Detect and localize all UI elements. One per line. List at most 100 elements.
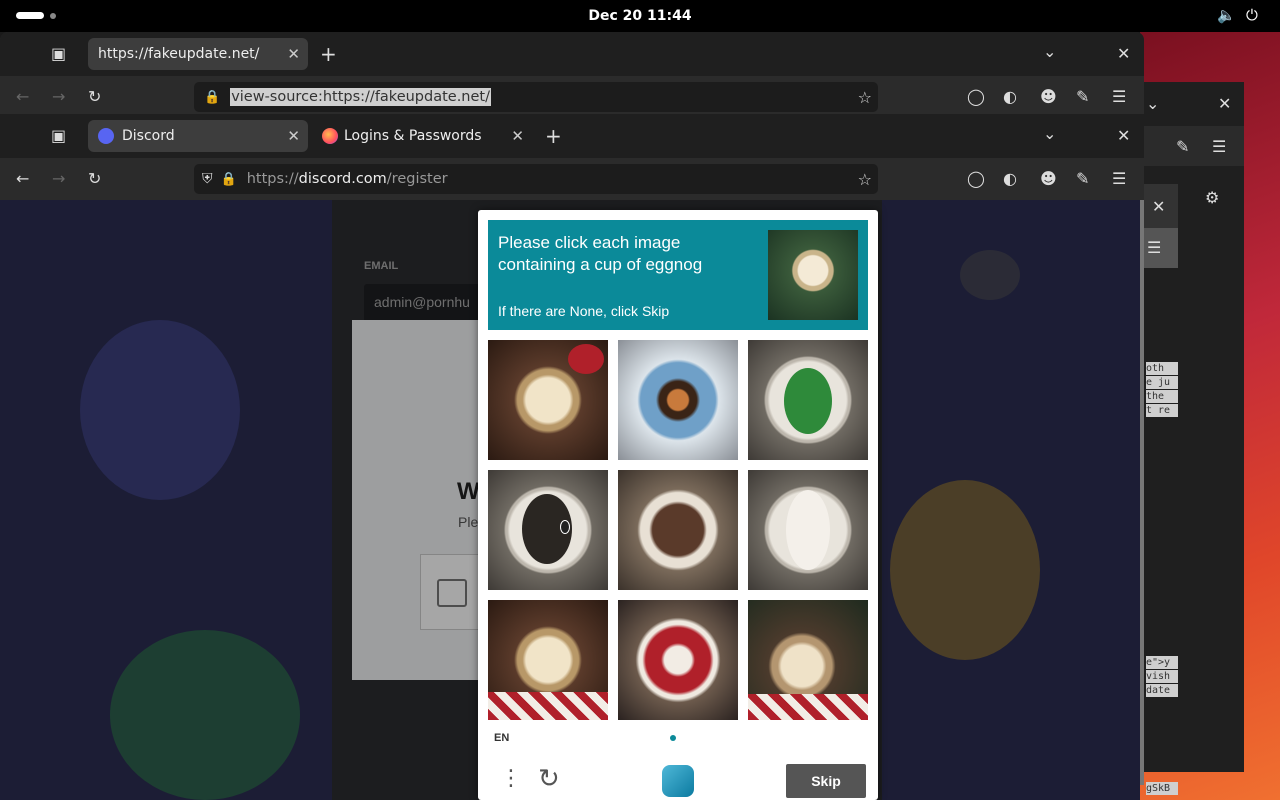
language-selector[interactable]: EN	[494, 732, 509, 744]
extension-blue-icon[interactable]: ◐	[1003, 89, 1017, 105]
hcaptcha-logo-icon[interactable]	[662, 765, 694, 797]
code-snippet: date	[1146, 684, 1178, 697]
cookie-decoration	[786, 490, 830, 570]
activities-indicator[interactable]	[16, 12, 44, 19]
forward-icon[interactable]: →	[52, 171, 65, 187]
extension-blue-icon[interactable]: ◐	[1003, 171, 1017, 187]
bookmark-star-icon[interactable]: ☆	[858, 170, 872, 189]
captcha-image-9[interactable]	[748, 600, 868, 720]
account-icon[interactable]: ☻	[1040, 171, 1057, 187]
back-url-bar[interactable]: 🔒 view-source:https://fakeupdate.net/ ☆	[194, 82, 878, 112]
close-icon[interactable]: ✕	[287, 127, 300, 145]
code-snippet: e ju	[1146, 376, 1178, 389]
lock-icon: 🔒	[220, 171, 237, 187]
chevron-down-icon[interactable]: ⌄	[1043, 126, 1056, 142]
tablecloth-decoration	[488, 692, 608, 720]
tab-overview-icon[interactable]: ▣	[51, 46, 66, 62]
code-snippet: e">y	[1146, 656, 1178, 669]
power-icon[interactable]: ⏻	[1246, 6, 1258, 24]
url-prefix: https://	[246, 171, 299, 187]
back-tab-strip: ▣ https://fakeupdate.net/ ✕ + ⌄ ✕	[0, 32, 1144, 76]
pocket-icon[interactable]: ◯	[967, 89, 985, 105]
discord-favicon-icon	[98, 128, 114, 144]
tab-fakeupdate[interactable]: https://fakeupdate.net/ ✕	[88, 38, 308, 70]
example-image	[768, 230, 858, 320]
chevron-down-icon[interactable]: ⌄	[1043, 44, 1056, 60]
captcha-image-6[interactable]	[748, 470, 868, 590]
cookie-decoration	[784, 368, 832, 434]
captcha-hint: If there are None, click Skip	[498, 303, 670, 319]
front-url-bar[interactable]: ⛨ 🔒 https://discord.com/register ☆	[194, 164, 878, 194]
captcha-prompt: Please click each image containing a cup…	[498, 233, 703, 274]
front-browser-window: ▣ Discord ✕ Logins & Passwords ✕ + ⌄ ✕ ←…	[0, 114, 1144, 200]
captcha-challenge: Please click each image containing a cup…	[478, 210, 878, 800]
workspace-dot[interactable]	[50, 13, 56, 19]
tab-title: https://fakeupdate.net/	[98, 46, 260, 62]
ribbon-decoration	[568, 344, 604, 374]
reload-icon[interactable]: ↻	[88, 89, 101, 105]
skip-button[interactable]: Skip	[786, 764, 866, 798]
page-scrollbar[interactable]	[1140, 200, 1144, 785]
code-snippet: vish	[1146, 670, 1178, 683]
tab-discord[interactable]: Discord ✕	[88, 120, 308, 152]
system-clock[interactable]: Dec 20 11:44	[588, 8, 691, 24]
reload-icon[interactable]: ↻	[88, 171, 101, 187]
back-nav-bar: ← → ↻ 🔒 view-source:https://fakeupdate.n…	[0, 76, 1144, 118]
tab-logins-passwords[interactable]: Logins & Passwords ✕	[312, 120, 532, 152]
menu-icon: ☰	[1147, 238, 1162, 257]
tab-title: Logins & Passwords	[344, 128, 482, 144]
front-nav-bar: ← → ↻ ⛨ 🔒 https://discord.com/register ☆…	[0, 158, 1144, 200]
captcha-image-3[interactable]	[748, 340, 868, 460]
captcha-image-8[interactable]	[618, 600, 738, 720]
mouse-cursor-icon	[560, 520, 570, 534]
more-options-icon[interactable]: ⋮	[500, 766, 522, 791]
back-icon[interactable]: ←	[16, 89, 29, 105]
captcha-image-7[interactable]	[488, 600, 608, 720]
back-icon[interactable]: ←	[16, 171, 29, 187]
close-icon[interactable]: ✕	[287, 45, 300, 63]
captcha-image-1[interactable]	[488, 340, 608, 460]
tab-overview-icon[interactable]: ▣	[51, 128, 66, 144]
chevron-down-icon[interactable]: ⌄	[1146, 96, 1159, 112]
close-icon[interactable]: ✕	[1152, 199, 1165, 215]
lock-icon: 🔒	[204, 89, 221, 105]
new-tab-icon[interactable]: +	[320, 44, 337, 64]
refresh-icon[interactable]: ↻	[538, 764, 560, 794]
menu-icon[interactable]: ☰	[1112, 171, 1126, 187]
background-window-toolbar	[1144, 126, 1244, 166]
captcha-image-5[interactable]	[618, 470, 738, 590]
code-snippet: oth	[1146, 362, 1178, 375]
extensions-icon[interactable]: ✎	[1076, 171, 1089, 187]
bookmark-star-icon[interactable]: ☆	[858, 88, 872, 107]
extensions-icon[interactable]: ✎	[1176, 139, 1189, 155]
tablecloth-decoration	[748, 694, 868, 720]
back-browser-window: ▣ https://fakeupdate.net/ ✕ + ⌄ ✕ ← → ↻ …	[0, 32, 1144, 118]
close-icon[interactable]: ✕	[1117, 128, 1130, 144]
pocket-icon[interactable]: ◯	[967, 171, 985, 187]
url-text[interactable]: view-source:https://fakeupdate.net/	[230, 88, 491, 106]
new-tab-icon[interactable]: +	[545, 126, 562, 146]
front-tab-strip: ▣ Discord ✕ Logins & Passwords ✕ + ⌄ ✕	[0, 114, 1144, 158]
code-snippet: the	[1146, 390, 1178, 403]
captcha-image-4[interactable]	[488, 470, 608, 590]
code-snippet: gSkB	[1146, 782, 1178, 795]
menu-icon[interactable]: ☰	[1212, 139, 1226, 155]
url-path: /register	[386, 171, 448, 187]
close-icon[interactable]: ✕	[511, 127, 524, 145]
account-icon[interactable]: ☻	[1040, 89, 1057, 105]
captcha-image-2[interactable]	[618, 340, 738, 460]
system-top-bar: Dec 20 11:44	[0, 0, 1280, 32]
url-domain: discord.com	[298, 171, 387, 187]
close-icon[interactable]: ✕	[1117, 46, 1130, 62]
menu-icon[interactable]: ☰	[1112, 89, 1126, 105]
shield-icon: ⛨	[202, 171, 213, 187]
extensions-icon[interactable]: ✎	[1076, 89, 1089, 105]
captcha-header: Please click each image containing a cup…	[488, 220, 868, 330]
code-snippet: t re	[1146, 404, 1178, 417]
close-icon[interactable]: ✕	[1218, 96, 1231, 112]
page-indicator-dot	[670, 735, 676, 741]
gear-icon[interactable]: ⚙	[1205, 190, 1219, 206]
forward-icon[interactable]: →	[52, 89, 65, 105]
firefox-icon	[322, 128, 338, 144]
volume-icon[interactable]: 🔈	[1217, 6, 1236, 24]
